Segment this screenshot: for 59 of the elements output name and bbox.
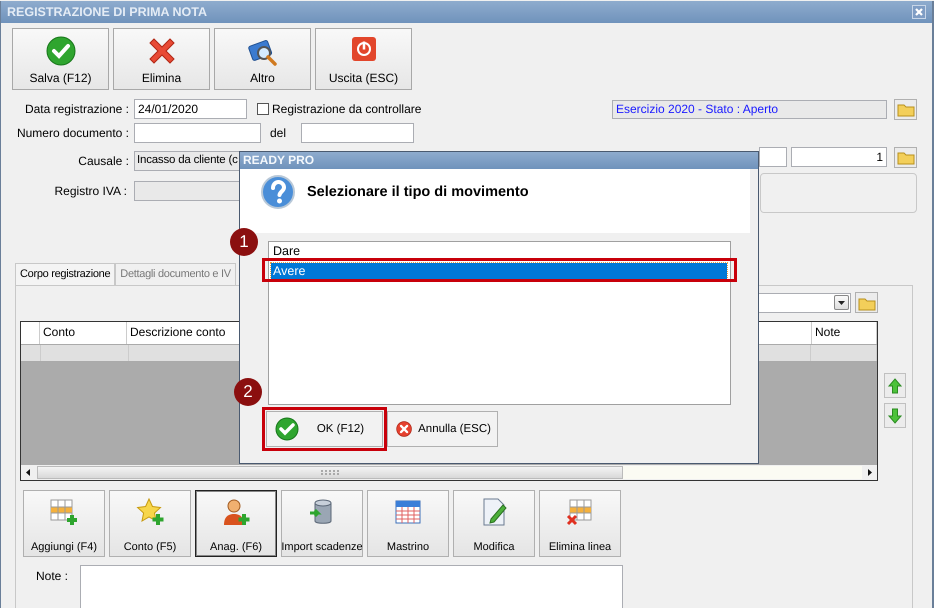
question-icon	[261, 175, 295, 209]
step-number: 1	[230, 228, 258, 256]
grid-plus-icon	[49, 497, 79, 527]
fiscal-year-field: Esercizio 2020 - Stato : Aperto	[612, 100, 887, 118]
cross-icon	[146, 36, 176, 66]
folder-button[interactable]	[894, 146, 917, 168]
move-down-button[interactable]	[884, 403, 906, 428]
action-button[interactable]: Import scadenze	[281, 490, 363, 557]
ok-button[interactable]: OK (F12)	[266, 411, 383, 447]
move-up-button[interactable]	[884, 373, 906, 398]
action-button[interactable]: Elimina linea	[539, 490, 621, 557]
list-option[interactable]: Dare	[271, 243, 727, 259]
tab[interactable]: Corpo registrazione	[15, 263, 116, 285]
toolbar-button[interactable]: Elimina	[113, 28, 210, 90]
check-icon	[46, 36, 76, 66]
toolbar-button[interactable]: Altro	[214, 28, 311, 90]
person-plus-icon	[221, 497, 251, 527]
toolbar-button[interactable]: Uscita (ESC)	[315, 28, 412, 90]
scrollbar[interactable]	[21, 465, 877, 480]
field-label: Causale :	[77, 154, 130, 168]
date-field[interactable]: 24/01/2020	[134, 99, 247, 119]
dropdown-arrow-icon	[838, 300, 845, 304]
field-label: del	[270, 126, 286, 140]
number-field[interactable]: 1	[791, 147, 887, 167]
dialog-prompt: Selezionare il tipo di movimento	[307, 184, 529, 200]
input-field[interactable]	[759, 147, 787, 167]
grip-icon	[320, 470, 340, 475]
column-header: Note	[812, 322, 877, 344]
toolbar-button[interactable]: Salva (F12)	[12, 28, 109, 90]
note-field[interactable]	[80, 565, 623, 608]
arrow-up-icon	[888, 378, 902, 394]
field-label: Numero documento :	[16, 126, 130, 140]
field-label: Note :	[36, 568, 70, 585]
checkbox-label: Registrazione da controllare	[272, 102, 422, 116]
folder-button[interactable]	[894, 98, 917, 120]
step-number: 2	[234, 378, 262, 406]
check-icon	[275, 417, 299, 441]
cancel-button[interactable]: Annulla (ESC)	[387, 411, 498, 447]
action-button[interactable]: Conto (F5)	[109, 490, 191, 557]
tab[interactable]: Dettagli documento e IV	[115, 263, 236, 285]
date-field[interactable]	[301, 123, 414, 143]
star-plus-icon	[135, 497, 165, 527]
action-button[interactable]: Aggiungi (F4)	[23, 490, 105, 557]
folder-button[interactable]	[855, 292, 878, 313]
window-title: REGISTRAZIONE DI PRIMA NOTA	[7, 5, 207, 19]
column-header: Conto	[40, 322, 127, 344]
action-button[interactable]: Modifica	[453, 490, 535, 557]
field-label: Data registrazione :	[24, 102, 130, 116]
field-label: Registro IVA :	[54, 184, 128, 198]
dialog-title: READY PRO	[240, 152, 758, 169]
power-icon	[350, 36, 376, 62]
action-button[interactable]: Mastrino	[367, 490, 449, 557]
checkbox[interactable]	[257, 103, 269, 115]
input-field[interactable]	[134, 123, 261, 143]
close-icon	[912, 5, 926, 19]
dropdown-button[interactable]	[834, 295, 849, 310]
arrow-down-icon	[888, 408, 902, 424]
list-option[interactable]: Avere	[271, 263, 727, 279]
action-button[interactable]: Anag. (F6)	[195, 490, 277, 557]
